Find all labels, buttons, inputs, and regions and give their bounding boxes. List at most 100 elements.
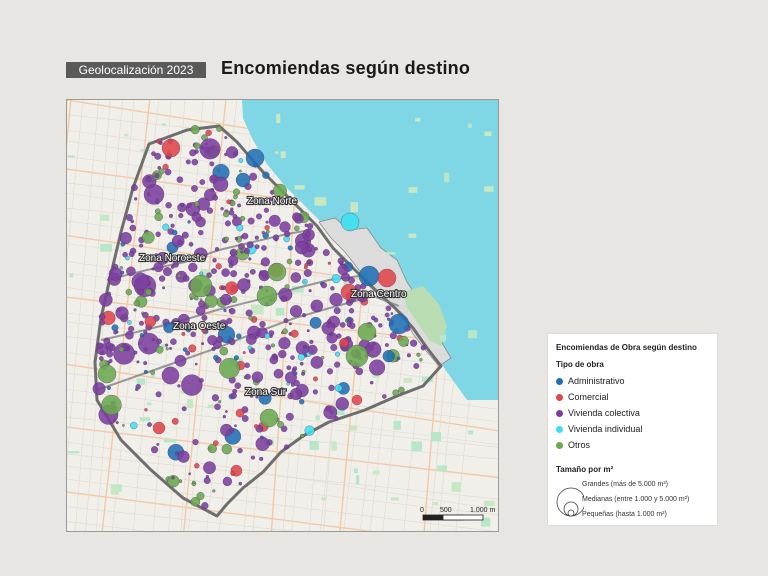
marker-vivienda-individual[interactable] xyxy=(236,224,244,232)
marker-vivienda-colectiva[interactable] xyxy=(330,344,338,351)
marker-vivienda-colectiva[interactable] xyxy=(384,312,390,318)
marker-vivienda-colectiva[interactable] xyxy=(259,456,264,461)
marker-comercial[interactable] xyxy=(290,329,299,338)
marker-vivienda-colectiva[interactable] xyxy=(292,212,302,222)
legend-item-vivienda-colectiva[interactable]: Vivienda colectiva xyxy=(556,407,640,419)
marker-vivienda-colectiva[interactable] xyxy=(155,391,162,398)
marker-vivienda-colectiva[interactable] xyxy=(162,286,166,290)
marker-vivienda-colectiva[interactable] xyxy=(224,220,231,227)
marker-otros[interactable] xyxy=(118,346,125,353)
marker-vivienda-colectiva[interactable] xyxy=(139,320,144,326)
marker-vivienda-colectiva[interactable] xyxy=(230,207,234,211)
marker-administrativo[interactable] xyxy=(388,313,410,335)
marker-vivienda-colectiva[interactable] xyxy=(243,247,250,254)
marker-vivienda-colectiva[interactable] xyxy=(237,447,243,454)
marker-vivienda-colectiva[interactable] xyxy=(225,410,228,413)
marker-vivienda-individual[interactable] xyxy=(302,278,308,285)
marker-vivienda-individual[interactable] xyxy=(238,158,244,163)
marker-vivienda-colectiva[interactable] xyxy=(128,251,135,258)
marker-vivienda-colectiva[interactable] xyxy=(254,235,259,240)
marker-vivienda-colectiva[interactable] xyxy=(220,293,232,306)
marker-vivienda-individual[interactable] xyxy=(297,353,305,361)
marker-vivienda-colectiva[interactable] xyxy=(212,194,218,201)
marker-vivienda-colectiva[interactable] xyxy=(413,363,420,369)
marker-vivienda-colectiva[interactable] xyxy=(165,343,169,347)
marker-vivienda-colectiva[interactable] xyxy=(244,373,251,380)
marker-otros[interactable] xyxy=(256,285,278,307)
marker-vivienda-colectiva[interactable] xyxy=(347,317,354,324)
marker-vivienda-colectiva[interactable] xyxy=(133,308,137,312)
marker-vivienda-colectiva[interactable] xyxy=(294,259,302,266)
marker-otros[interactable] xyxy=(284,284,290,290)
marker-vivienda-colectiva[interactable] xyxy=(283,444,290,450)
marker-vivienda-colectiva[interactable] xyxy=(251,371,264,383)
marker-otros[interactable] xyxy=(419,358,423,362)
marker-otros[interactable] xyxy=(398,336,409,347)
marker-vivienda-colectiva[interactable] xyxy=(177,384,181,388)
marker-otros[interactable] xyxy=(119,266,123,270)
marker-vivienda-colectiva[interactable] xyxy=(308,289,312,293)
marker-vivienda-colectiva[interactable] xyxy=(247,217,255,225)
marker-vivienda-colectiva[interactable] xyxy=(263,207,269,213)
marker-vivienda-colectiva[interactable] xyxy=(327,319,332,324)
marker-vivienda-colectiva[interactable] xyxy=(304,239,309,244)
marker-vivienda-colectiva[interactable] xyxy=(211,394,219,402)
marker-otros[interactable] xyxy=(345,344,369,368)
marker-vivienda-colectiva[interactable] xyxy=(249,268,256,275)
marker-vivienda-colectiva[interactable] xyxy=(238,481,243,486)
marker-vivienda-colectiva[interactable] xyxy=(337,257,345,265)
marker-otros[interactable] xyxy=(154,212,163,222)
marker-vivienda-colectiva[interactable] xyxy=(171,476,175,480)
marker-vivienda-colectiva[interactable] xyxy=(156,338,162,345)
marker-vivienda-colectiva[interactable] xyxy=(228,307,236,315)
marker-vivienda-colectiva[interactable] xyxy=(191,158,199,166)
map-frame[interactable]: Zona Norte Zona Noroeste Zona Centro Zon… xyxy=(66,99,499,532)
marker-vivienda-colectiva[interactable] xyxy=(170,223,175,228)
marker-otros[interactable] xyxy=(193,142,201,150)
marker-vivienda-individual[interactable] xyxy=(264,333,270,339)
marker-vivienda-colectiva[interactable] xyxy=(232,214,238,219)
marker-vivienda-colectiva[interactable] xyxy=(256,213,262,220)
marker-vivienda-colectiva[interactable] xyxy=(192,439,199,446)
marker-vivienda-colectiva[interactable] xyxy=(229,248,238,257)
marker-vivienda-colectiva[interactable] xyxy=(143,184,165,205)
marker-vivienda-colectiva[interactable] xyxy=(189,149,197,157)
marker-comercial[interactable] xyxy=(152,421,166,435)
marker-vivienda-colectiva[interactable] xyxy=(96,342,104,350)
marker-vivienda-colectiva[interactable] xyxy=(234,236,239,241)
marker-vivienda-colectiva[interactable] xyxy=(203,477,211,484)
marker-vivienda-colectiva[interactable] xyxy=(268,214,281,227)
marker-vivienda-colectiva[interactable] xyxy=(244,273,250,278)
marker-otros[interactable] xyxy=(259,408,279,428)
marker-comercial[interactable] xyxy=(230,471,236,476)
marker-vivienda-colectiva[interactable] xyxy=(200,146,204,150)
marker-vivienda-colectiva[interactable] xyxy=(221,285,226,291)
marker-vivienda-colectiva[interactable] xyxy=(190,331,196,338)
marker-vivienda-colectiva[interactable] xyxy=(199,179,206,185)
marker-vivienda-colectiva[interactable] xyxy=(333,307,341,315)
marker-otros[interactable] xyxy=(267,262,287,282)
marker-vivienda-individual[interactable] xyxy=(162,223,170,231)
marker-vivienda-colectiva[interactable] xyxy=(155,231,161,237)
marker-vivienda-colectiva[interactable] xyxy=(214,403,221,411)
marker-otros[interactable] xyxy=(248,315,254,321)
marker-otros[interactable] xyxy=(189,274,213,298)
marker-comercial[interactable] xyxy=(264,225,270,231)
marker-vivienda-colectiva[interactable] xyxy=(285,412,294,421)
marker-vivienda-colectiva[interactable] xyxy=(169,346,173,350)
marker-otros[interactable] xyxy=(133,300,140,307)
marker-vivienda-colectiva[interactable] xyxy=(113,330,118,335)
marker-otros[interactable] xyxy=(218,400,222,404)
marker-comercial[interactable] xyxy=(339,338,349,348)
marker-administrativo[interactable] xyxy=(223,308,227,313)
marker-vivienda-colectiva[interactable] xyxy=(211,346,216,351)
marker-comercial[interactable] xyxy=(303,265,308,270)
marker-vivienda-colectiva[interactable] xyxy=(320,282,327,289)
marker-comercial[interactable] xyxy=(215,263,222,270)
marker-otros[interactable] xyxy=(207,444,217,454)
marker-vivienda-colectiva[interactable] xyxy=(143,361,148,366)
marker-otros[interactable] xyxy=(193,201,200,207)
marker-vivienda-colectiva[interactable] xyxy=(288,322,292,326)
marker-comercial[interactable] xyxy=(313,376,318,382)
marker-vivienda-colectiva[interactable] xyxy=(254,244,260,250)
